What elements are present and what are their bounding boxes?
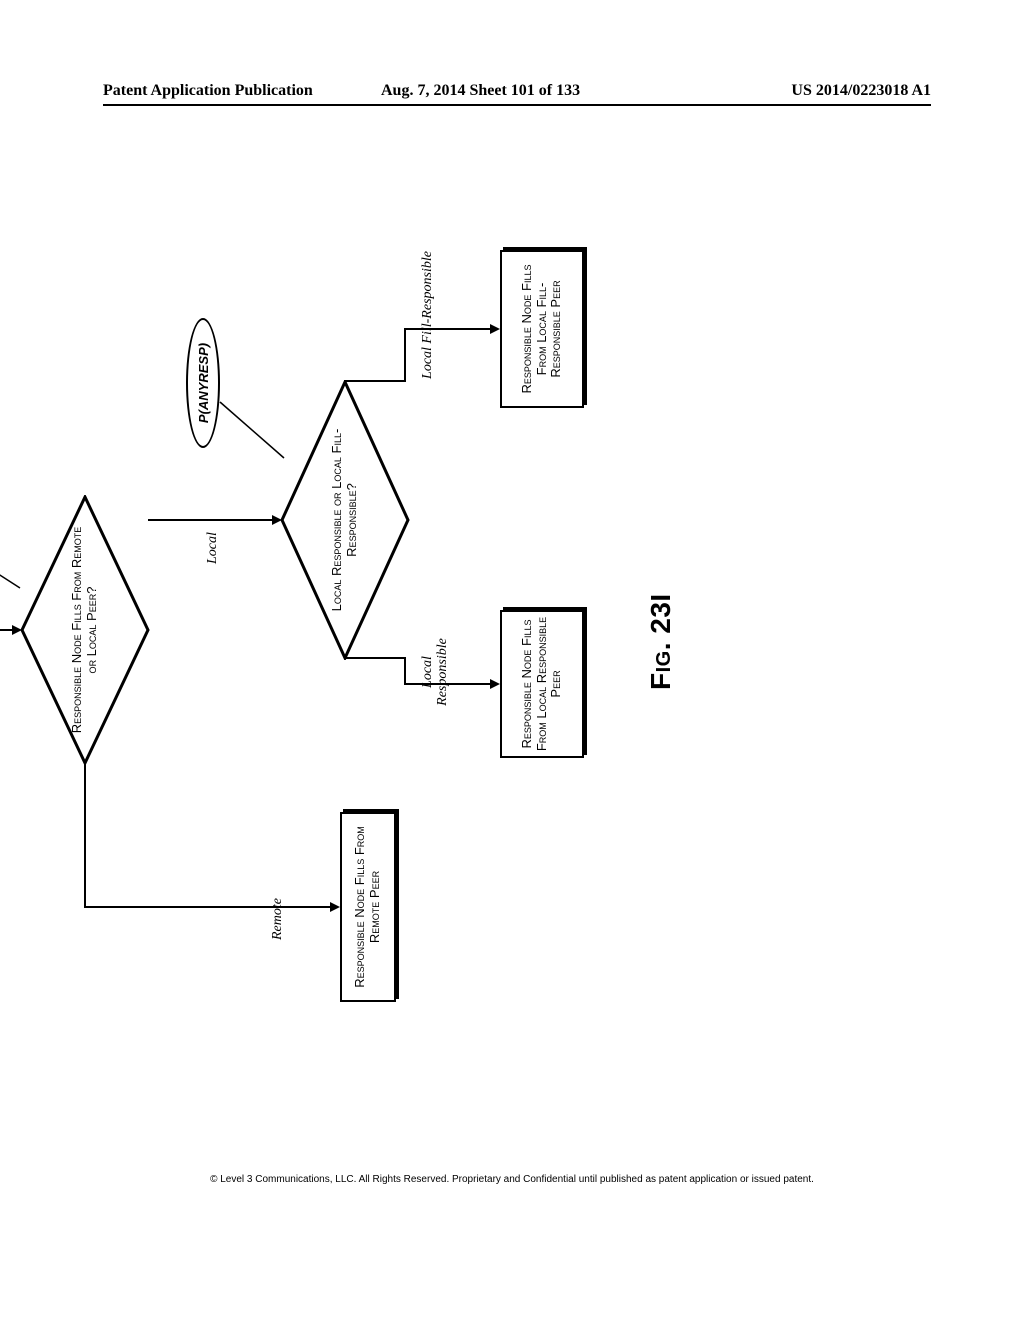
- edge: [404, 657, 406, 685]
- process-local-responsible-peer: Responsible Node Fills From Local Respon…: [500, 610, 584, 758]
- edge-label-local-fill-responsible: Local Fill-Responsible: [420, 250, 435, 380]
- figure-label: Fig. 23I: [645, 593, 677, 690]
- process-remote-peer-text: Responsible Node Fills From Remote Peer: [353, 818, 383, 996]
- footer-copyright: © Level 3 Communications, LLC. All Right…: [0, 1174, 1024, 1185]
- arrowhead-icon: [330, 902, 340, 912]
- edge-label-remote: Remote: [270, 898, 285, 940]
- edge: [344, 380, 404, 382]
- process-local-responsible-peer-text: Responsible Node Fills From Local Respon…: [520, 616, 565, 752]
- process-remote-peer: Responsible Node Fills From Remote Peer: [340, 812, 396, 1002]
- edge: [84, 763, 86, 908]
- process-local-fill-responsible-peer: Responsible Node Fills From Local Fill-R…: [500, 250, 584, 408]
- oval-anyresp-label: P(ANYRESP): [196, 343, 211, 423]
- header-left: Patent Application Publication: [103, 82, 313, 100]
- arrowhead-icon: [490, 679, 500, 689]
- oval-anyresp: P(ANYRESP): [186, 318, 220, 448]
- decision-remote-or-local-text: Responsible Node Fills From Remote or Lo…: [20, 495, 150, 765]
- edge: [84, 906, 334, 908]
- header-right: US 2014/0223018 A1: [791, 82, 931, 100]
- header-center: Aug. 7, 2014 Sheet 101 of 133: [381, 82, 580, 100]
- edge-label-local-responsible: Local Responsible: [420, 622, 451, 722]
- edge: [404, 328, 494, 330]
- page: Patent Application Publication Aug. 7, 2…: [0, 0, 1024, 1320]
- edge: [404, 330, 406, 382]
- edge: [148, 519, 276, 521]
- page-header: Patent Application Publication Aug. 7, 2…: [103, 82, 931, 106]
- decision-fill-responsible: Local Responsible or Local Fill-Responsi…: [280, 380, 410, 660]
- decision-remote-or-local: Responsible Node Fills From Remote or Lo…: [20, 495, 150, 765]
- leader-line: [218, 390, 288, 460]
- arrowhead-icon: [490, 324, 500, 334]
- leader-line: [0, 530, 22, 590]
- edge: [344, 657, 404, 659]
- process-local-fill-responsible-peer-text: Responsible Node Fills From Local Fill-R…: [520, 256, 565, 402]
- decision-fill-responsible-text: Local Responsible or Local Fill-Responsi…: [280, 380, 410, 660]
- edge-label-local: Local: [205, 532, 220, 564]
- flowchart: A P(RFILLREMOTE) Responsible Node Fills …: [0, 240, 950, 1020]
